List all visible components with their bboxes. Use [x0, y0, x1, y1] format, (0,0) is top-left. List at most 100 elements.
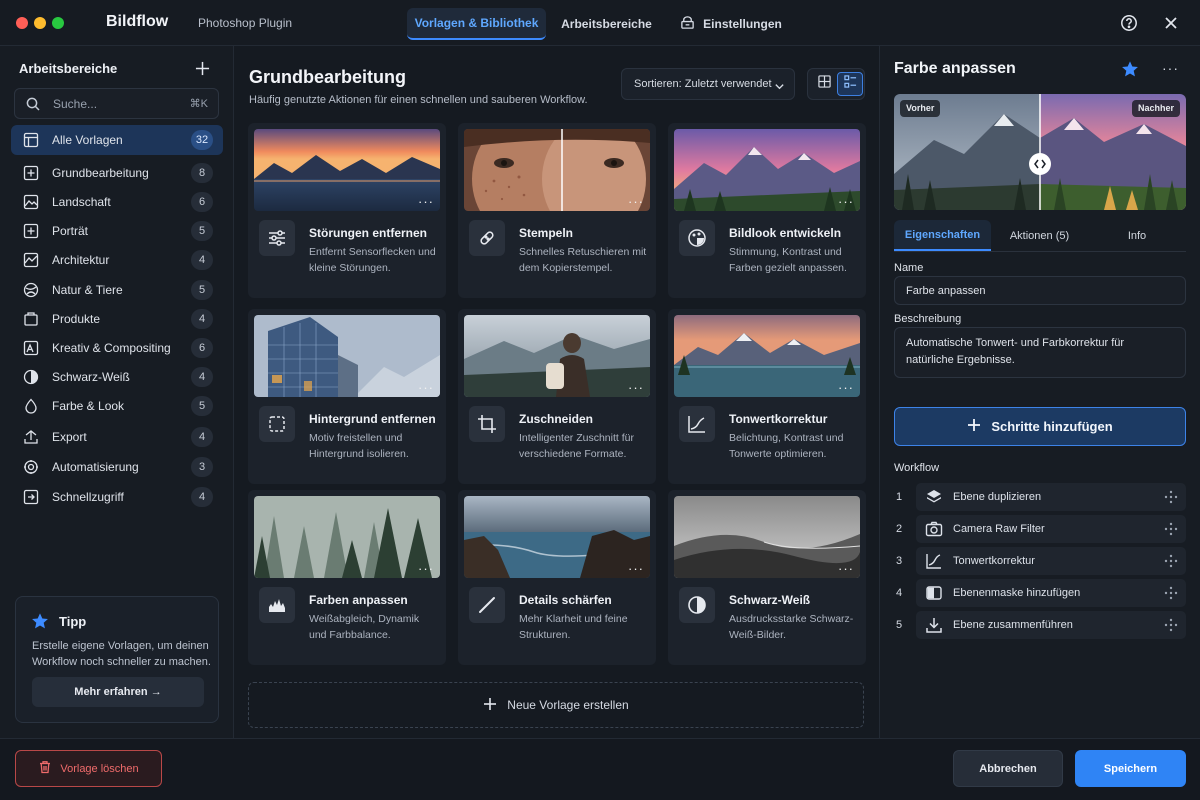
drag-handle-icon[interactable] — [1164, 618, 1178, 632]
sidebar-item-black-white[interactable]: Schwarz-Weiß 4 — [11, 362, 223, 392]
sidebar-item-architecture[interactable]: Architektur 4 — [11, 245, 223, 275]
template-card[interactable]: ··· Bildlook entwickeln Stimmung, Kontra… — [668, 123, 866, 298]
sidebar-item-label: Export — [52, 430, 87, 444]
sidebar-item-all-templates[interactable]: Alle Vorlagen 32 — [11, 125, 223, 155]
add-workspace-icon[interactable] — [195, 61, 210, 81]
sidebar-item-portrait[interactable]: Porträt 5 — [11, 216, 223, 246]
more-options-icon[interactable]: ··· — [838, 380, 854, 395]
template-card[interactable]: ··· Stempeln Schnelles Retuschieren mit … — [458, 123, 656, 298]
description-field[interactable]: Automatische Tonwert- und Farbkorrektur … — [894, 327, 1186, 378]
workflow-step[interactable]: Tonwertkorrektur — [916, 547, 1186, 575]
tab-workspaces[interactable]: Arbeitsbereiche — [553, 8, 660, 40]
more-options-icon[interactable]: ··· — [838, 194, 854, 209]
window-close-dot[interactable] — [16, 17, 28, 29]
sidebar-item-label: Produkte — [52, 312, 101, 326]
delete-label: Vorlage löschen — [60, 762, 139, 775]
window-minimize-dot[interactable] — [34, 17, 46, 29]
tab-label: Vorlagen & Bibliothek — [414, 16, 539, 30]
card-description: Stimmung, Kontrast und Farben gezielt an… — [729, 246, 847, 274]
template-card[interactable]: ··· Störungen entfernen Entfernt Sensorf… — [248, 123, 446, 298]
sidebar-item-label: Architektur — [52, 253, 110, 267]
template-card[interactable]: ··· Details schärfen Mehr Klarheit und f… — [458, 490, 656, 665]
grid-view-button[interactable] — [811, 72, 837, 96]
sidebar-item-nature[interactable]: Natur & Tiere 5 — [11, 275, 223, 305]
after-label: Nachher — [1131, 100, 1180, 117]
window-maximize-dot[interactable] — [52, 17, 64, 29]
template-card[interactable]: ··· Zuschneiden Intelligenter Zuschnitt … — [458, 309, 656, 484]
count-badge: 4 — [191, 367, 213, 387]
tab-info[interactable]: Info — [1088, 220, 1186, 251]
sidebar-item-creative[interactable]: Kreativ & Compositing 6 — [11, 333, 223, 363]
workflow-step[interactable]: Ebene zusammenführen — [916, 611, 1186, 639]
cancel-button[interactable]: Abbrechen — [953, 750, 1063, 787]
more-options-icon[interactable]: ··· — [418, 561, 434, 576]
name-field[interactable]: Farbe anpassen — [894, 276, 1186, 305]
chevron-down-icon — [774, 79, 785, 97]
more-options-icon[interactable]: ··· — [628, 194, 644, 209]
add-steps-button[interactable]: Schritte hinzufügen — [894, 407, 1186, 446]
plus-icon — [967, 418, 981, 435]
drag-handle-icon[interactable] — [1164, 490, 1178, 504]
crop-icon — [469, 406, 505, 442]
workflow-step[interactable]: Ebenenmaske hinzufügen — [916, 579, 1186, 607]
new-template-button[interactable]: Neue Vorlage erstellen — [248, 682, 864, 728]
more-options-icon[interactable]: ··· — [418, 380, 434, 395]
drag-handle-icon[interactable] — [1164, 554, 1178, 568]
search-field[interactable]: Suche... ⌘K — [14, 88, 219, 119]
save-button[interactable]: Speichern — [1075, 750, 1186, 787]
thumbnail-portrait: ··· — [464, 129, 650, 211]
sidebar-item-shortcuts[interactable]: Schnellzugriff 4 — [11, 482, 223, 512]
step-label: Ebene duplizieren — [953, 491, 1042, 503]
nature-icon — [23, 282, 39, 298]
more-options-icon[interactable]: ··· — [838, 561, 854, 576]
name-label: Name — [894, 262, 924, 274]
new-template-label: Neue Vorlage erstellen — [507, 698, 629, 712]
before-after-preview[interactable]: Vorher Nachher — [894, 94, 1186, 210]
workflow-step[interactable]: Ebene duplizieren — [916, 483, 1186, 511]
step-number: 4 — [896, 587, 903, 599]
sidebar-item-automation[interactable]: Automatisierung 3 — [11, 452, 223, 482]
count-badge: 4 — [191, 250, 213, 270]
sidebar-item-landscape[interactable]: Landschaft 6 — [11, 187, 223, 217]
sidebar-item-export[interactable]: Export 4 — [11, 422, 223, 452]
curve-icon — [925, 552, 943, 570]
tab-settings[interactable]: Einstellungen — [676, 8, 786, 40]
panel-more-icon[interactable]: ··· — [1162, 60, 1179, 76]
thumbnail-hiker: ··· — [464, 315, 650, 397]
workflow-step[interactable]: Camera Raw Filter — [916, 515, 1186, 543]
template-card[interactable]: ··· Tonwertkorrektur Belichtung, Kontras… — [668, 309, 866, 484]
sidebar-item-color-look[interactable]: Farbe & Look 5 — [11, 391, 223, 421]
sidebar-item-basic-editing[interactable]: Grundbearbeitung 8 — [11, 158, 223, 188]
card-description: Weißabgleich, Dynamik und Farbbalance. — [309, 613, 420, 641]
sidebar-item-products[interactable]: Produkte 4 — [11, 304, 223, 334]
delete-template-button[interactable]: Vorlage löschen — [15, 750, 162, 787]
tab-properties[interactable]: Eigenschaften — [894, 220, 991, 251]
template-card[interactable]: ··· Hintergrund entfernen Motiv freistel… — [248, 309, 446, 484]
count-badge: 3 — [191, 457, 213, 477]
grid-icon — [817, 75, 831, 93]
list-view-button[interactable] — [837, 72, 863, 96]
template-card[interactable]: ··· Schwarz-Weiß Ausdrucksstarke Schwarz… — [668, 490, 866, 665]
sort-dropdown[interactable]: Sortieren: Zuletzt verwendet — [621, 68, 795, 100]
tab-templates-library[interactable]: Vorlagen & Bibliothek — [407, 8, 546, 40]
card-title: Schwarz-Weiß — [729, 593, 811, 607]
template-card[interactable]: ··· Farben anpassen Weißabgleich, Dynami… — [248, 490, 446, 665]
learn-more-button[interactable]: Mehr erfahren → — [32, 677, 204, 707]
drag-handle-icon[interactable] — [1164, 522, 1178, 536]
plus-square-icon — [23, 165, 39, 181]
learn-more-label: Mehr erfahren → — [74, 686, 162, 698]
more-options-icon[interactable]: ··· — [628, 380, 644, 395]
favorite-star-icon[interactable] — [1121, 60, 1139, 83]
more-options-icon[interactable]: ··· — [418, 194, 434, 209]
sort-label: Sortieren: Zuletzt verwendet — [634, 78, 772, 90]
compare-handle-icon[interactable] — [1029, 153, 1051, 175]
more-options-icon[interactable]: ··· — [628, 561, 644, 576]
close-icon[interactable] — [1160, 12, 1182, 34]
tab-actions[interactable]: Aktionen (5) — [991, 220, 1088, 251]
mask-icon — [925, 584, 943, 602]
thumbnail-sunset-lake: ··· — [254, 129, 440, 211]
count-badge: 4 — [191, 309, 213, 329]
help-circle-icon[interactable] — [1118, 12, 1140, 34]
list-icon — [843, 75, 857, 93]
drag-handle-icon[interactable] — [1164, 586, 1178, 600]
